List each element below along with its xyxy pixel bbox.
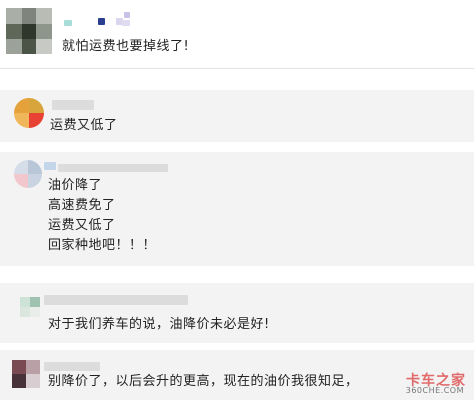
user-avatar[interactable] <box>6 8 52 54</box>
comment-line: 别降价了，以后会升的更高，现在的油价我很知足， <box>48 374 359 389</box>
comment-line: 对于我们养车的说，油降价未必是好! <box>48 317 270 332</box>
commenter-name-blurred <box>52 100 94 110</box>
commenter-name-blurred <box>44 362 100 371</box>
divider <box>0 68 474 69</box>
comment-text: 对于我们养车的说，油降价未必是好! <box>48 315 270 335</box>
comment-card: 对于我们养车的说，油降价未必是好! <box>0 283 474 343</box>
comment-feed: 就怕运费也要掉线了! 运费又低了 油价降了 高速费免了 运费又低了 回家种地吧！… <box>0 0 474 400</box>
comment-text: 运费又低了 <box>50 116 118 136</box>
comment-card: 运费又低了 <box>0 90 474 142</box>
post-header: 就怕运费也要掉线了! <box>0 0 474 68</box>
comment-line: 回家种地吧！！！ <box>48 238 157 253</box>
commenter-avatar[interactable] <box>12 360 40 388</box>
commenter-avatar[interactable] <box>14 98 44 128</box>
post-text: 就怕运费也要掉线了! <box>62 39 190 54</box>
commenter-name-blurred <box>44 295 188 305</box>
watermark-domain: 360CHE.COM <box>405 386 464 395</box>
comment-text: 油价降了 高速费免了 运费又低了 回家种地吧！！！ <box>48 176 156 256</box>
commenter-avatar[interactable] <box>14 160 42 188</box>
site-watermark: 卡车之家 360CHE.COM <box>390 370 468 396</box>
comment-text: 别降价了，以后会升的更高，现在的油价我很知足， <box>48 372 359 392</box>
comment-line: 油价降了 <box>48 178 103 193</box>
commenter-avatar[interactable] <box>20 297 40 317</box>
comment-line: 运费又低了 <box>50 118 118 133</box>
comment-line: 高速费免了 <box>48 198 116 213</box>
comment-card: 油价降了 高速费免了 运费又低了 回家种地吧！！！ <box>0 152 474 266</box>
comment-line: 运费又低了 <box>48 218 116 233</box>
